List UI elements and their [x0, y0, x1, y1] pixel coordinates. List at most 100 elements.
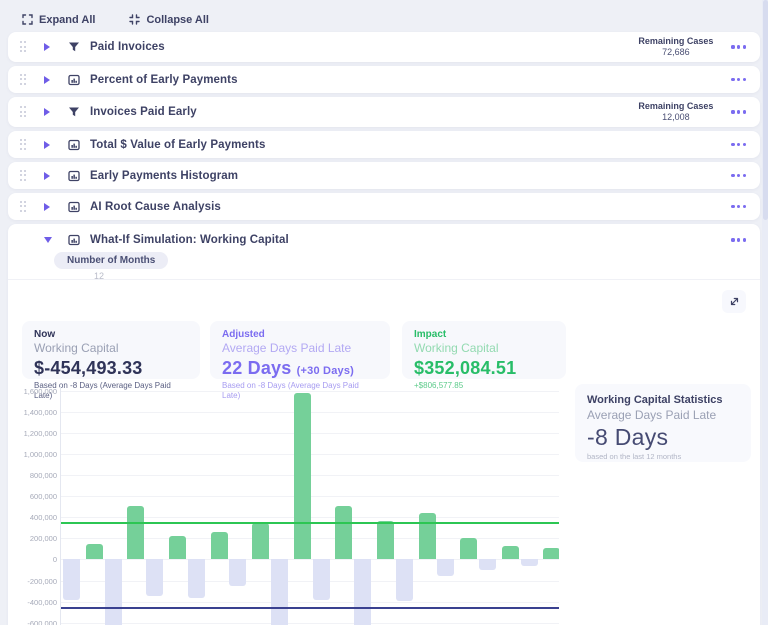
toolbar: Expand All Collapse All: [0, 0, 768, 30]
y-tick-label: 1,400,000: [23, 408, 57, 418]
row-menu-button[interactable]: [731, 234, 746, 245]
working-capital-chart: 1,600,000 1,400,000 1,200,000 1,000,000 800,…: [17, 386, 559, 625]
stat-tag: Impact: [414, 329, 447, 340]
row-menu-button[interactable]: [731, 74, 746, 85]
row-menu-button[interactable]: [731, 201, 746, 212]
stat-tag: Now: [34, 329, 56, 340]
bar-now-month-6[interactable]: [271, 559, 288, 625]
collapse-caret-icon[interactable]: [44, 237, 52, 243]
bar-now-month-9[interactable]: [395, 559, 413, 602]
bar-now-month-10[interactable]: [437, 559, 455, 577]
bar-now-month-5[interactable]: [229, 559, 247, 586]
expand-caret-icon[interactable]: [44, 75, 50, 84]
panel-paid-invoices: Paid Invoices Remaining Cases 72,686: [8, 32, 760, 62]
collapse-all-label: Collapse All: [146, 13, 209, 26]
drag-handle-icon[interactable]: [20, 41, 28, 53]
scrollbar-thumb[interactable]: [762, 0, 768, 220]
panel-ai-root-cause-analysis: AI Root Cause Analysis: [8, 193, 760, 220]
y-tick-label: 1,200,000: [23, 429, 57, 439]
expand-caret-icon[interactable]: [44, 171, 50, 180]
panel-total-value-early-payments: Total $ Value of Early Payments: [8, 131, 760, 158]
now-working-capital-line: [61, 607, 559, 609]
bar-adjusted-month-11[interactable]: [501, 545, 519, 560]
y-tick-label: 800,000: [29, 471, 57, 481]
bar-adjusted-month-6[interactable]: [293, 393, 311, 560]
fullscreen-button[interactable]: [722, 290, 746, 313]
number-of-months-chip[interactable]: Number of Months: [54, 252, 169, 269]
expand-caret-icon[interactable]: [44, 108, 50, 116]
widget-icon: [68, 74, 80, 86]
row-menu-button[interactable]: [731, 106, 746, 117]
bar-adjusted-month-8[interactable]: [377, 520, 394, 560]
bar-now-month-3[interactable]: [146, 559, 164, 596]
panel-title[interactable]: Invoices Paid Early: [90, 106, 197, 118]
bar-adjusted-month-3[interactable]: [169, 536, 186, 560]
stat-value: 22 Days (+30 Days): [222, 357, 355, 378]
expand-all-button[interactable]: Expand All: [22, 14, 95, 26]
expand-caret-icon[interactable]: [44, 202, 50, 211]
panel-early-payments-histogram: Early Payments Histogram: [8, 162, 760, 189]
expand-caret-icon[interactable]: [44, 43, 50, 51]
widget-icon: [68, 170, 80, 182]
impact-working-capital-line: [61, 522, 559, 525]
widget-icon: [68, 234, 80, 246]
bar-adjusted-month-1[interactable]: [85, 543, 103, 560]
drag-handle-icon[interactable]: [20, 138, 28, 151]
stat-card-now: Now Working Capital $-454,493.33 Based o…: [22, 321, 200, 400]
panel-title[interactable]: Early Payments Histogram: [90, 170, 238, 182]
y-tick-label: 1,000,000: [23, 450, 57, 460]
drag-handle-icon[interactable]: [20, 73, 28, 86]
filter-icon: [68, 41, 80, 53]
panel-list: Paid Invoices Remaining Cases 72,686 Per…: [0, 30, 768, 625]
collapse-all-button[interactable]: Collapse All: [129, 14, 209, 26]
widget-icon: [68, 201, 80, 213]
y-tick-label: 400,000: [29, 513, 57, 523]
drag-handle-icon[interactable]: [20, 106, 28, 118]
stat-subtitle: Working Capital: [414, 341, 499, 355]
y-tick-label: 1,600,000: [23, 387, 57, 396]
bar-adjusted-month-9[interactable]: [418, 513, 436, 560]
panel-title[interactable]: Paid Invoices: [90, 41, 165, 53]
y-tick-label: -400,000: [27, 597, 57, 607]
chart-plot: [60, 386, 559, 625]
y-tick-label: 600,000: [29, 492, 57, 502]
drag-handle-icon[interactable]: [20, 200, 28, 213]
bar-adjusted-month-7[interactable]: [335, 506, 353, 560]
y-tick-label: 200,000: [29, 534, 57, 544]
expand-all-icon: [22, 14, 33, 25]
panel-title[interactable]: Percent of Early Payments: [90, 74, 238, 86]
row-menu-button[interactable]: [731, 170, 746, 181]
bar-now-month-11[interactable]: [479, 559, 496, 570]
panel-title[interactable]: What-If Simulation: Working Capital: [90, 234, 289, 246]
row-menu-button[interactable]: [731, 139, 746, 150]
expand-all-label: Expand All: [39, 13, 96, 26]
collapse-all-icon: [129, 14, 141, 25]
bar-now-month-2[interactable]: [104, 559, 122, 625]
scrollbar[interactable]: [762, 0, 768, 625]
stat-value: $-454,493.33: [34, 357, 143, 378]
panel-percent-early-payments: Percent of Early Payments: [8, 66, 760, 93]
gridline: [61, 622, 559, 624]
stat-card-adjusted: Adjusted Average Days Paid Late 22 Days …: [210, 321, 390, 400]
stat-subtitle: Working Capital: [34, 341, 119, 355]
remaining-cases: Remaining Cases 72,686: [638, 35, 714, 57]
bar-now-month-1[interactable]: [63, 559, 80, 600]
row-menu-button[interactable]: [731, 41, 746, 52]
expand-caret-icon[interactable]: [44, 140, 50, 149]
bar-adjusted-month-10[interactable]: [460, 538, 478, 560]
bar-adjusted-month-2[interactable]: [127, 505, 145, 560]
bar-now-month-4[interactable]: [187, 559, 205, 598]
bar-adjusted-month-5[interactable]: [252, 522, 270, 560]
bar-now-month-7[interactable]: [312, 559, 330, 600]
bar-adjusted-month-4[interactable]: [210, 532, 228, 560]
stat-value: $352,084.51: [414, 357, 517, 378]
drag-handle-icon[interactable]: [20, 169, 28, 182]
bar-adjusted-month-12[interactable]: [543, 547, 559, 560]
panel-title[interactable]: AI Root Cause Analysis: [90, 201, 221, 213]
stats-title: Working Capital Statistics: [587, 394, 723, 406]
stats-note: based on the last 12 months: [587, 451, 682, 461]
bar-now-month-8[interactable]: [354, 559, 372, 625]
stat-subtitle: Average Days Paid Late: [222, 341, 352, 355]
bar-now-month-12[interactable]: [520, 559, 538, 566]
panel-title[interactable]: Total $ Value of Early Payments: [90, 139, 265, 151]
